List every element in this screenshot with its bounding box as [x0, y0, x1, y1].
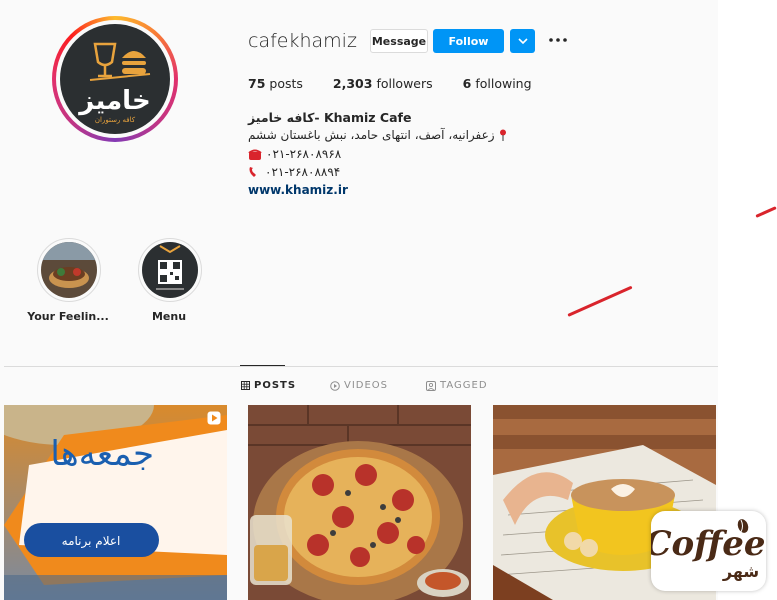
bio-address: زعفرانیه، آصف، انتهای حامد، نبش باغستان …	[248, 128, 507, 142]
telephone-icon	[248, 149, 262, 160]
bio-phone-1: ۰۲۱-۲۶۸۰۸۹۶۸	[248, 147, 341, 161]
highlight-thumbnail	[41, 242, 97, 298]
follow-button[interactable]: Follow	[433, 29, 504, 53]
highlight-label: Menu	[151, 310, 187, 323]
highlight-label: Your Feelin...	[27, 310, 109, 323]
message-button[interactable]: Message	[370, 29, 428, 53]
avatar-subtext: کافه رستوران	[95, 116, 136, 124]
chevron-down-icon	[517, 37, 528, 44]
tag-icon	[426, 380, 436, 391]
tab-posts[interactable]: POSTS	[241, 380, 296, 391]
highlight-thumbnail	[142, 242, 198, 298]
tabs-divider	[4, 366, 718, 367]
watermark-text-en: Coffee	[651, 524, 766, 564]
more-options-button[interactable]	[548, 32, 568, 48]
video-badge-icon	[207, 411, 221, 425]
background-margin	[718, 0, 777, 600]
tab-videos[interactable]: VIDEOS	[330, 380, 388, 391]
followers-link[interactable]: 2,303 followers	[333, 76, 433, 91]
post-badge-text: اعلام برنامه	[62, 534, 121, 549]
grid-icon	[241, 381, 250, 390]
profile-username: cafekhamiz	[248, 30, 357, 52]
following-link[interactable]: 6 following	[463, 76, 532, 91]
highlight-your-feelings[interactable]: Your Feelin...	[27, 238, 109, 323]
post-thumbnail-video[interactable]: جمعه‌ها اعلام برنامه	[4, 405, 227, 600]
pin-icon	[499, 129, 506, 141]
suggested-dropdown-button[interactable]	[510, 29, 535, 53]
highlight-menu[interactable]: Menu	[138, 238, 202, 323]
cafe-logo-icon: خامیز کافه رستوران	[77, 42, 151, 124]
active-tab-indicator	[240, 365, 285, 366]
phone-receiver-icon	[249, 167, 256, 177]
bio-phone-2: ۰۲۱-۲۶۸۰۸۸۹۴	[248, 165, 340, 179]
posts-count: 75 posts	[248, 76, 303, 91]
watermark-text-fa: شهر	[722, 562, 759, 581]
bio-display-name: کافه خامیز- Khamiz Cafe	[248, 110, 412, 125]
post-thumbnail-pizza[interactable]	[248, 405, 471, 600]
coffee-shahr-watermark-logo: Coffee شهر	[644, 511, 766, 591]
post-overlay-text: جمعه‌ها	[50, 434, 154, 474]
profile-stats: 75 posts 2,303 followers 6 following	[248, 76, 562, 91]
avatar-text: خامیز	[77, 86, 150, 116]
more-options-icon	[549, 38, 567, 42]
profile-avatar[interactable]: خامیز کافه رستوران	[52, 16, 178, 142]
bio-website-link[interactable]: www.khamiz.ir	[248, 183, 348, 197]
tab-tagged[interactable]: TAGGED	[426, 380, 488, 391]
video-icon	[330, 380, 340, 391]
